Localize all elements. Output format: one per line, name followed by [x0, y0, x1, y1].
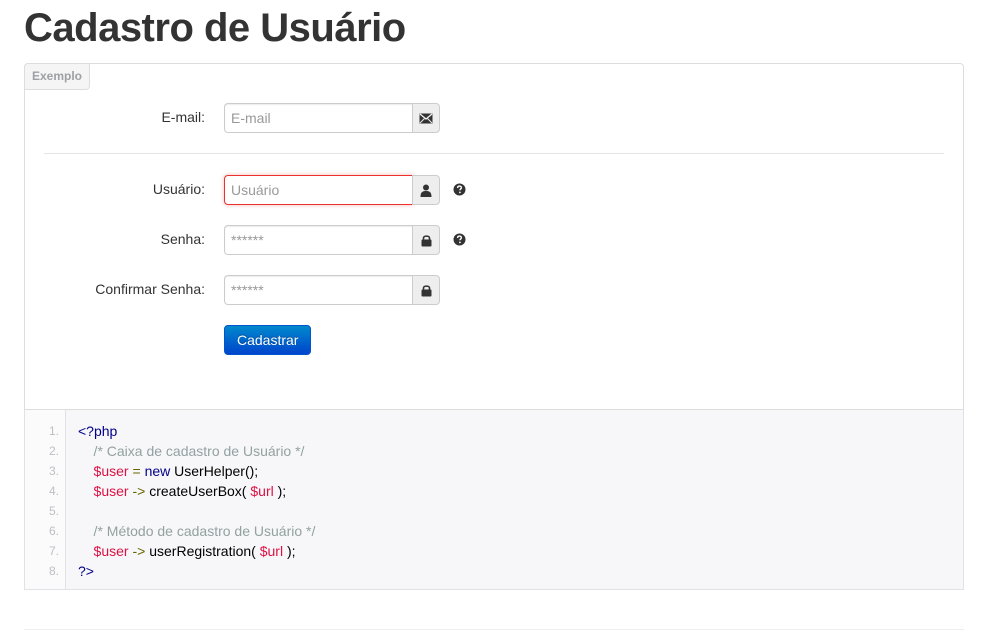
code-line: 7. $user -> userRegistration( $url ); — [25, 541, 963, 561]
confirm-password-input[interactable] — [224, 275, 413, 305]
line-number: 3. — [48, 464, 59, 478]
confirm-password-label: Confirmar Senha: — [95, 281, 205, 297]
line-number: 1. — [48, 424, 59, 438]
code-text: $user -> userRegistration( $url ); — [78, 543, 296, 559]
code-line: 1. <?php — [25, 421, 963, 441]
code-line: 8. ?> — [25, 561, 963, 581]
username-row: Usuário: — [25, 175, 963, 205]
username-input[interactable] — [224, 175, 413, 205]
line-number: 5. — [48, 504, 59, 518]
password-row: Senha: — [25, 225, 963, 255]
line-number: 2. — [48, 444, 59, 458]
password-input-group — [224, 225, 440, 255]
form-divider — [44, 153, 944, 154]
line-number: 6. — [48, 524, 59, 538]
submit-button[interactable]: Cadastrar — [224, 325, 312, 355]
lock-icon — [412, 225, 440, 255]
code-text: $user = new UserHelper(); — [78, 463, 259, 479]
code-block: 1. <?php 2. /* Caixa de cadastro de Usuári… — [24, 409, 964, 590]
code-line: 5. — [25, 501, 963, 521]
lock-icon — [412, 275, 440, 305]
email-label: E-mail: — [161, 109, 205, 125]
bottom-divider — [24, 629, 964, 630]
code-text: /* Método de cadastro de Usuário */ — [78, 523, 316, 539]
example-tag: Exemplo — [24, 63, 91, 90]
code-text: /* Caixa de cadastro de Usuário */ — [78, 443, 305, 459]
email-input[interactable] — [224, 103, 413, 133]
code-line: 4. $user -> createUserBox( $url ); — [25, 481, 963, 501]
email-input-group — [224, 103, 440, 133]
code-text: $user -> createUserBox( $url ); — [78, 483, 287, 499]
code-text: <?php — [78, 423, 118, 439]
password-input[interactable] — [224, 225, 413, 255]
envelope-icon — [412, 103, 440, 133]
code-line: 6. /* Método de cadastro de Usuário */ — [25, 521, 963, 541]
example-panel: Exemplo E-mail: Usuário: Senha: — [24, 63, 964, 410]
password-label: Senha: — [160, 231, 205, 247]
page-title: Cadastro de Usuário — [24, 6, 406, 50]
line-number: 4. — [48, 484, 59, 498]
line-number: 7. — [48, 544, 59, 558]
confirm-password-row: Confirmar Senha: — [25, 275, 963, 305]
line-number: 8. — [48, 564, 59, 578]
confirm-password-input-group — [224, 275, 440, 305]
code-line: 3. $user = new UserHelper(); — [25, 461, 963, 481]
username-label: Usuário: — [152, 181, 205, 197]
username-input-group — [224, 175, 440, 205]
question-circle-icon[interactable] — [453, 183, 466, 201]
question-circle-icon[interactable] — [453, 233, 466, 251]
user-icon — [412, 175, 440, 205]
code-text: ?> — [78, 563, 94, 579]
code-line: 2. /* Caixa de cadastro de Usuário */ — [25, 441, 963, 461]
email-row: E-mail: — [25, 103, 963, 133]
